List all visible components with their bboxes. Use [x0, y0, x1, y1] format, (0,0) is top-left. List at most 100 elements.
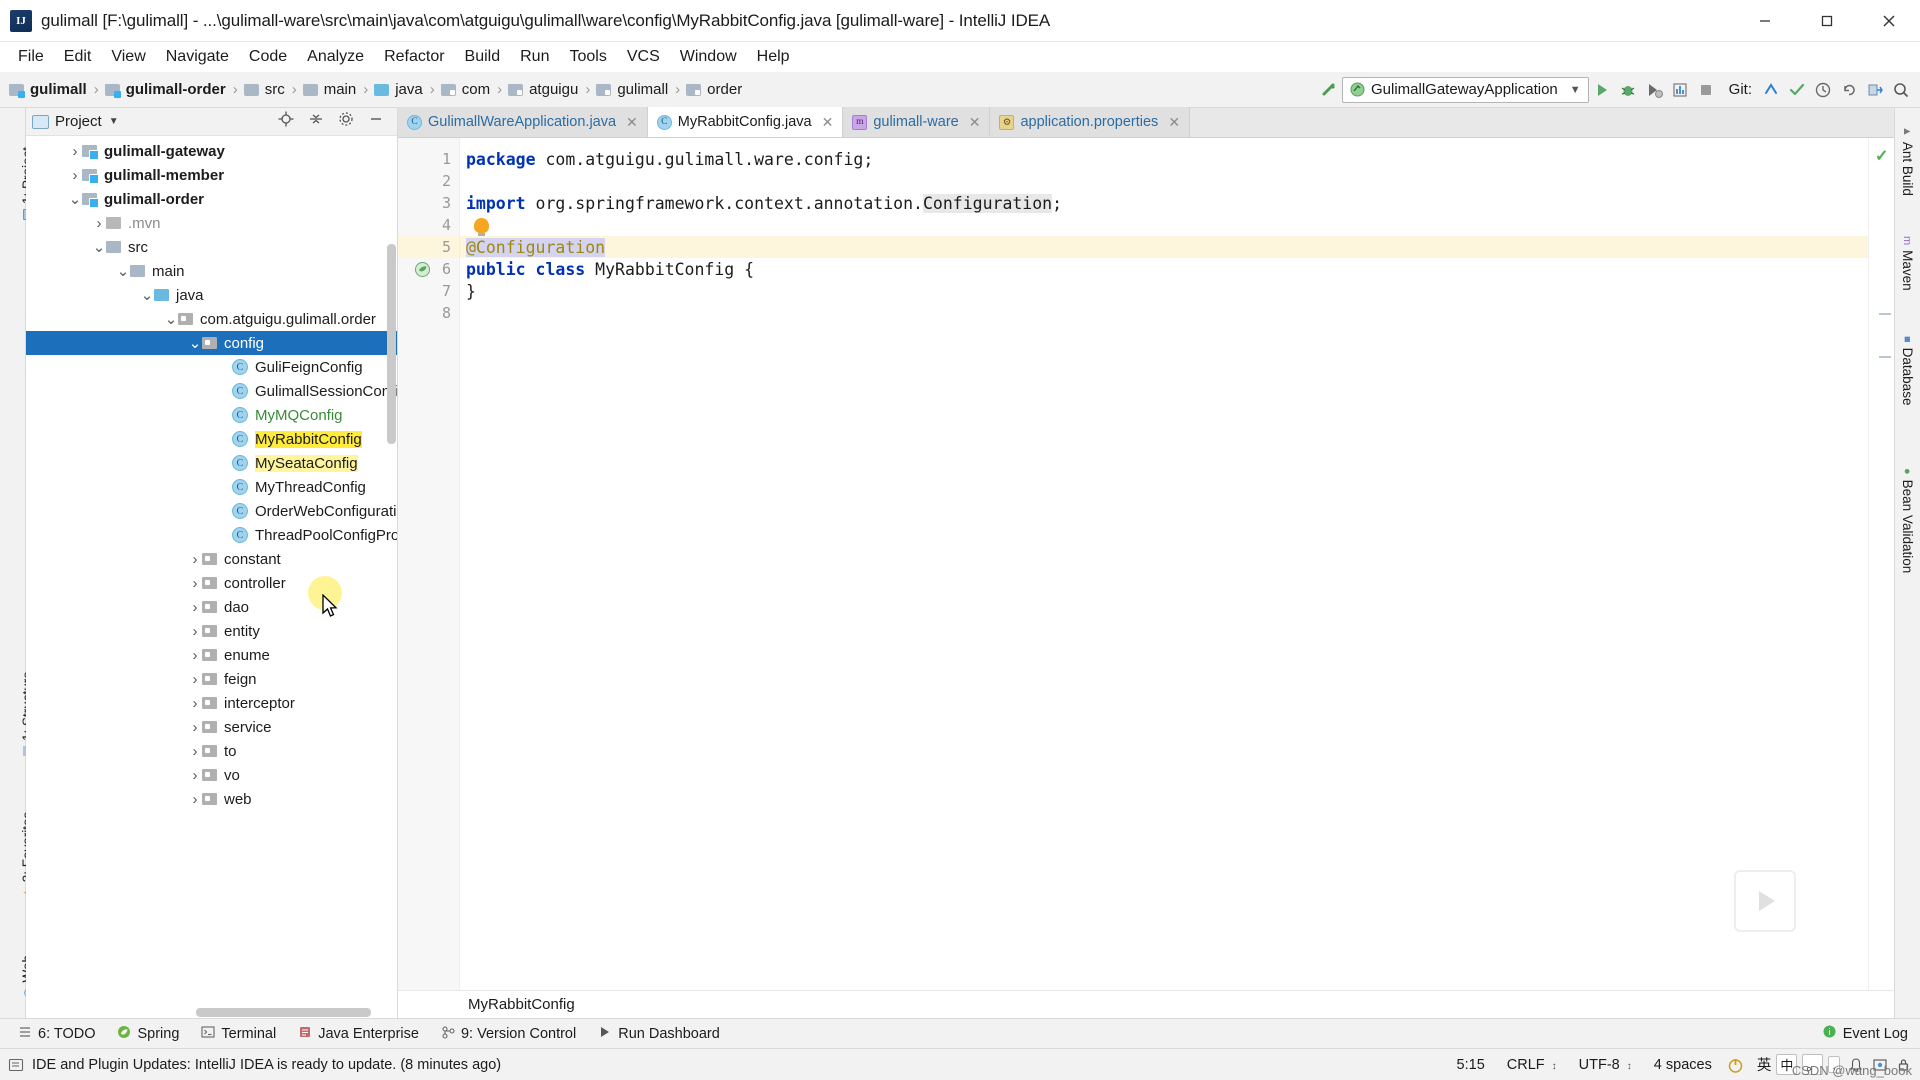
close-icon[interactable]: ✕	[626, 114, 638, 131]
menu-code[interactable]: Code	[239, 45, 297, 69]
tree-node-gulimall-member[interactable]: › gulimall-member	[26, 163, 397, 187]
update-project-icon[interactable]	[1758, 76, 1784, 104]
tab-myrabbitconfig[interactable]: C MyRabbitConfig.java ✕	[647, 107, 844, 137]
code-editor[interactable]: 1 2 3 4 5 6 7 8 package com.atguigu.guli…	[398, 138, 1894, 990]
menu-edit[interactable]: Edit	[54, 45, 102, 69]
close-icon[interactable]: ✕	[969, 114, 981, 131]
chevron-down-icon[interactable]: ⌄	[140, 287, 154, 304]
menu-vcs[interactable]: VCS	[617, 45, 670, 69]
tree-node-entity[interactable]: › entity	[26, 619, 397, 643]
breadcrumb-gulimall[interactable]: gulimall	[6, 79, 91, 100]
tab-gulimallwareapplication[interactable]: C GulimallWareApplication.java ✕	[398, 107, 648, 137]
menu-refactor[interactable]: Refactor	[374, 45, 454, 69]
menu-help[interactable]: Help	[747, 45, 800, 69]
tree-node-gulimallsessionconfig[interactable]: C GulimallSessionConfig	[26, 379, 397, 403]
run-configuration-selector[interactable]: GulimallGatewayApplication ▼	[1342, 76, 1589, 103]
tree-node-service[interactable]: › service	[26, 715, 397, 739]
event-log-button[interactable]: i Event Log	[1810, 1021, 1920, 1046]
menu-view[interactable]: View	[101, 45, 155, 69]
project-tree-horizontal-scrollbar[interactable]	[196, 1008, 371, 1017]
breadcrumb-com[interactable]: com	[438, 79, 494, 100]
settings-gear-icon[interactable]	[338, 111, 354, 132]
history-icon[interactable]	[1810, 76, 1836, 104]
tool-window-spring[interactable]: Spring	[107, 1022, 189, 1046]
tree-node-interceptor[interactable]: › interceptor	[26, 691, 397, 715]
close-icon[interactable]: ✕	[1168, 114, 1180, 131]
hide-icon[interactable]	[368, 111, 384, 132]
close-icon[interactable]: ✕	[822, 114, 834, 131]
minimize-icon[interactable]	[1734, 0, 1796, 42]
build-icon[interactable]	[1316, 76, 1342, 104]
chevron-right-icon[interactable]: ›	[188, 575, 202, 592]
chevron-right-icon[interactable]: ›	[188, 791, 202, 808]
chevron-right-icon[interactable]: ›	[68, 143, 82, 160]
breadcrumb-atguigu[interactable]: atguigu	[505, 79, 582, 100]
profiler-icon[interactable]	[1667, 76, 1693, 104]
tree-node-src[interactable]: ⌄ src	[26, 235, 397, 259]
stop-icon[interactable]	[1693, 76, 1719, 104]
menu-navigate[interactable]: Navigate	[156, 45, 239, 69]
select-opened-file-icon[interactable]	[1862, 76, 1888, 104]
tool-window-version-control[interactable]: 9: Version Control	[431, 1022, 586, 1046]
tree-node-myrabbitconfig[interactable]: C MyRabbitConfig	[26, 427, 397, 451]
editor-inspection-gutter[interactable]: ✓	[1868, 138, 1894, 990]
chevron-down-icon[interactable]: ⌄	[68, 191, 82, 208]
chevron-right-icon[interactable]: ›	[188, 671, 202, 688]
tree-node-to[interactable]: › to	[26, 739, 397, 763]
chevron-down-icon[interactable]: ⌄	[92, 239, 106, 256]
status-message[interactable]: IDE and Plugin Updates: IntelliJ IDEA is…	[32, 1057, 501, 1073]
project-tree-vertical-scrollbar[interactable]	[387, 164, 396, 1018]
inspection-ok-icon[interactable]: ✓	[1875, 146, 1888, 166]
tree-node-package-order[interactable]: ⌄ com.atguigu.gulimall.order	[26, 307, 397, 331]
breadcrumb-order[interactable]: order	[683, 79, 746, 100]
breadcrumb-src[interactable]: src	[241, 79, 289, 100]
chevron-right-icon[interactable]: ›	[188, 767, 202, 784]
menu-window[interactable]: Window	[670, 45, 747, 69]
rollback-icon[interactable]	[1836, 76, 1862, 104]
tree-node-enume[interactable]: › enume	[26, 643, 397, 667]
encoding-selector[interactable]: UTF-8 ↕	[1572, 1057, 1639, 1073]
menu-build[interactable]: Build	[455, 45, 511, 69]
caret-position[interactable]: 5:15	[1450, 1057, 1492, 1073]
maximize-icon[interactable]	[1796, 0, 1858, 42]
project-tree[interactable]: › gulimall-gateway › gulimall-member ⌄ g…	[26, 136, 397, 1018]
sidebar-item-database[interactable]: ■ Database	[1900, 336, 1915, 405]
chevron-down-icon[interactable]: ⌄	[164, 311, 178, 328]
search-everywhere-icon[interactable]	[1888, 76, 1914, 104]
chevron-right-icon[interactable]: ›	[188, 623, 202, 640]
tree-node-myseataconfig[interactable]: C MySeataConfig	[26, 451, 397, 475]
line-separator-selector[interactable]: CRLF ↕	[1500, 1057, 1564, 1073]
status-message-group[interactable]: IDE and Plugin Updates: IntelliJ IDEA is…	[8, 1057, 501, 1073]
spring-bean-icon[interactable]	[414, 261, 431, 278]
chevron-down-icon[interactable]: ⌄	[116, 263, 130, 280]
code-text-area[interactable]: package com.atguigu.gulimall.ware.config…	[460, 138, 1868, 990]
tree-node-java[interactable]: ⌄ java	[26, 283, 397, 307]
chevron-right-icon[interactable]: ›	[188, 719, 202, 736]
tree-node-mymqconfig[interactable]: C MyMQConfig	[26, 403, 397, 427]
indent-selector[interactable]: 4 spaces	[1647, 1057, 1719, 1073]
tool-window-java-enterprise[interactable]: Java Enterprise	[288, 1022, 429, 1046]
run-coverage-icon[interactable]	[1641, 76, 1667, 104]
intention-bulb-icon[interactable]	[474, 217, 489, 236]
breadcrumb-gulimall-order[interactable]: gulimall-order	[102, 79, 230, 100]
editor-breadcrumb-label[interactable]: MyRabbitConfig	[468, 996, 575, 1013]
chevron-right-icon[interactable]: ›	[188, 647, 202, 664]
tree-node-controller[interactable]: › controller	[26, 571, 397, 595]
commit-icon[interactable]	[1784, 76, 1810, 104]
tree-node-constant[interactable]: › constant	[26, 547, 397, 571]
menu-run[interactable]: Run	[510, 45, 559, 69]
menu-tools[interactable]: Tools	[559, 45, 616, 69]
locate-icon[interactable]	[278, 111, 294, 132]
breadcrumb-java[interactable]: java	[371, 79, 427, 100]
chevron-right-icon[interactable]: ›	[68, 167, 82, 184]
chevron-down-icon[interactable]: ▼	[109, 116, 119, 127]
menu-file[interactable]: File	[8, 45, 54, 69]
sidebar-item-ant-build[interactable]: ▲ Ant Build	[1900, 126, 1915, 196]
tool-window-terminal[interactable]: Terminal	[191, 1022, 286, 1046]
chevron-right-icon[interactable]: ›	[188, 695, 202, 712]
tree-node-gulifeignconfig[interactable]: C GuliFeignConfig	[26, 355, 397, 379]
tool-window-todo[interactable]: 6: TODO	[8, 1022, 105, 1046]
tree-node-config[interactable]: ⌄ config	[26, 331, 397, 355]
power-save-icon[interactable]	[1727, 1057, 1743, 1073]
tool-window-run-dashboard[interactable]: Run Dashboard	[588, 1022, 730, 1046]
